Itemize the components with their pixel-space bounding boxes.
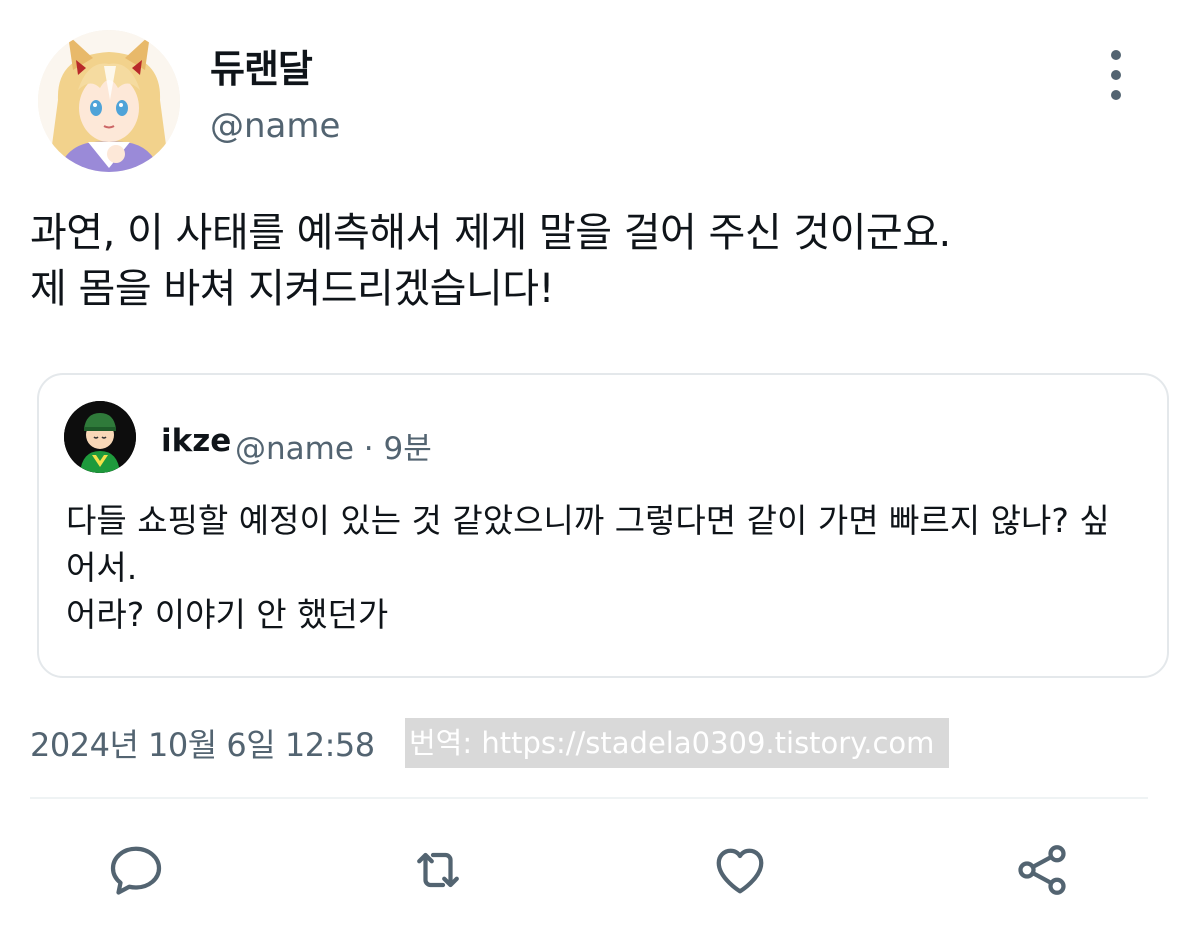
quote-text: 다들 쇼핑할 예정이 있는 것 같았으니까 그렇다면 같이 가면 빠르지 않나?… [66, 501, 1110, 634]
quoted-tweet-card[interactable]: ikze @name · 9분 다들 쇼핑할 예정이 있는 것 같았으니까 그렇… [37, 373, 1169, 678]
quote-author-avatar[interactable] [64, 401, 136, 473]
quote-avatar-illustration [64, 401, 136, 473]
avatar-illustration [38, 30, 180, 172]
author-handle[interactable]: @name [210, 106, 340, 146]
divider [30, 797, 1148, 799]
author-display-name[interactable]: 듀랜달 [210, 38, 313, 93]
retweet-icon [417, 852, 459, 888]
tweet: 듀랜달 @name 과연, 이 사태를 예측해서 제게 말을 걸어 주신 것이군… [0, 0, 1178, 937]
share-icon [1018, 845, 1066, 895]
more-vertical-icon [1111, 50, 1121, 60]
translation-watermark: 번역: https://stadela0309.tistory.com [405, 718, 949, 768]
tweet-timestamp[interactable]: 2024년 10월 6일 12:58 [30, 720, 375, 766]
heart-icon [716, 848, 764, 894]
more-dot [1111, 90, 1121, 100]
tweet-text: 과연, 이 사태를 예측해서 제게 말을 걸어 주신 것이군요. 제 몸을 바쳐… [30, 210, 951, 312]
reply-icon [110, 846, 162, 895]
share-button[interactable] [1010, 838, 1074, 902]
more-dot [1111, 70, 1121, 80]
reply-button[interactable] [104, 838, 168, 902]
like-button[interactable] [708, 838, 772, 902]
author-avatar[interactable] [38, 30, 180, 172]
retweet-button[interactable] [406, 838, 470, 902]
more-options-button[interactable] [1096, 50, 1136, 100]
quote-author-meta: @name · 9분 [235, 431, 432, 467]
quote-author-name[interactable]: ikze [161, 423, 231, 459]
